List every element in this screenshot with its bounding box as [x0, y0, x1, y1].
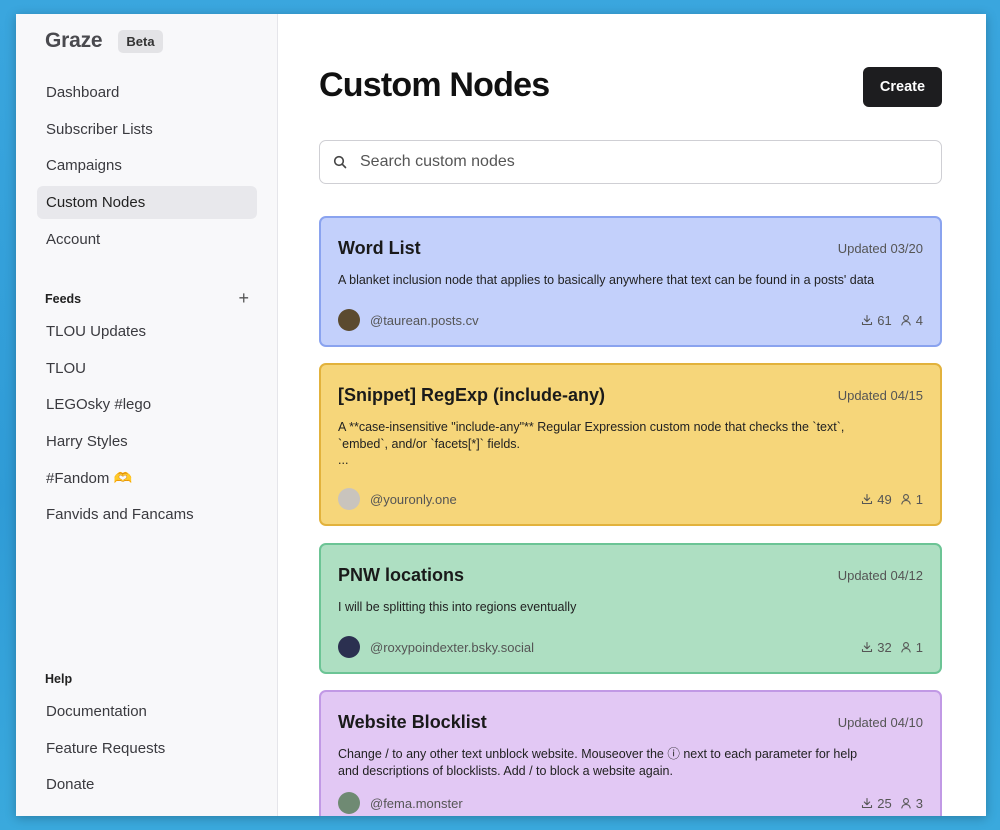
download-count-value: 25	[877, 795, 892, 811]
card-footer: @taurean.posts.cv 61 4	[338, 309, 923, 331]
sidebar-item-feature-requests[interactable]: Feature Requests	[37, 732, 257, 765]
user-icon	[901, 642, 911, 653]
help-list: Documentation Feature Requests Donate	[37, 695, 257, 805]
custom-node-card[interactable]: Website Blocklist Updated 04/10 Change /…	[319, 690, 942, 816]
sidebar-feed-item[interactable]: TLOU	[37, 352, 257, 385]
card-footer: @youronly.one 49 1	[338, 488, 923, 510]
beta-badge: Beta	[118, 29, 163, 53]
sidebar-item-campaigns[interactable]: Campaigns	[37, 149, 257, 182]
card-footer: @fema.monster 25 3	[338, 792, 923, 814]
sidebar-item-account[interactable]: Account	[37, 223, 257, 256]
page-title: Custom Nodes	[319, 66, 550, 104]
main-content: Custom Nodes Create Word List Updated 03…	[278, 14, 986, 816]
user-count-value: 3	[915, 795, 923, 811]
sidebar-item-subscriber-lists[interactable]: Subscriber Lists	[37, 113, 257, 146]
app-window: Graze Beta Dashboard Subscriber Lists Ca…	[16, 14, 986, 816]
download-count: 25	[861, 795, 892, 811]
card-updated-date: Updated 03/20	[837, 241, 923, 256]
custom-node-card[interactable]: [Snippet] RegExp (include-any) Updated 0…	[319, 363, 942, 526]
card-title[interactable]: [Snippet] RegExp (include-any)	[338, 385, 605, 406]
user-count-value: 1	[915, 639, 923, 655]
download-count: 61	[861, 312, 892, 328]
card-updated-date: Updated 04/12	[837, 568, 923, 583]
user-count: 1	[900, 492, 923, 507]
download-icon	[862, 797, 873, 809]
custom-node-card[interactable]: Word List Updated 03/20 A blanket inclus…	[319, 216, 942, 347]
add-feed-plus-icon[interactable]: +	[238, 288, 249, 309]
card-title[interactable]: Website Blocklist	[338, 712, 487, 733]
card-description: A **case-insensitive "include-any"** Reg…	[338, 420, 845, 467]
download-count-value: 32	[877, 639, 892, 655]
download-count: 32	[861, 639, 892, 655]
sidebar-item-donate[interactable]: Donate	[37, 768, 257, 801]
help-heading: Help	[45, 672, 73, 686]
card-author[interactable]: @roxypoindexter.bsky.social	[370, 640, 853, 655]
help-heading-row: Help	[45, 672, 249, 686]
user-icon	[901, 494, 911, 505]
card-footer: @roxypoindexter.bsky.social 32 1	[338, 636, 923, 658]
custom-node-card[interactable]: PNW locations Updated 04/12 I will be sp…	[319, 543, 942, 674]
card-author[interactable]: @taurean.posts.cv	[370, 313, 853, 328]
sidebar-feed-item[interactable]: LEGOsky #lego	[37, 388, 257, 421]
sidebar-feed-item[interactable]: Fanvids and Fancams	[37, 498, 257, 531]
user-count: 3	[900, 796, 923, 811]
card-updated-date: Updated 04/10	[837, 715, 923, 730]
download-count: 49	[861, 491, 892, 507]
sidebar-feed-item[interactable]: TLOU Updates	[37, 315, 257, 348]
user-count-value: 4	[915, 312, 923, 328]
user-count: 4	[900, 313, 923, 328]
sidebar-item-dashboard[interactable]: Dashboard	[37, 76, 257, 109]
brand-name[interactable]: Graze	[45, 29, 103, 53]
avatar[interactable]	[338, 488, 360, 510]
download-icon	[862, 314, 873, 326]
brand: Graze Beta	[45, 29, 163, 53]
sidebar-feed-item[interactable]: #Fandom 🫶	[37, 462, 257, 495]
search-icon	[320, 155, 360, 169]
avatar[interactable]	[338, 636, 360, 658]
card-author[interactable]: @youronly.one	[370, 492, 853, 507]
card-description: Change / to any other text unblock websi…	[338, 747, 858, 778]
sidebar-item-documentation[interactable]: Documentation	[37, 695, 257, 728]
card-description: I will be splitting this into regions ev…	[338, 600, 577, 614]
download-count-value: 61	[877, 312, 892, 328]
user-icon	[901, 798, 911, 809]
avatar[interactable]	[338, 792, 360, 814]
sidebar-item-custom-nodes[interactable]: Custom Nodes	[37, 186, 257, 220]
card-title[interactable]: PNW locations	[338, 565, 464, 586]
download-count-value: 49	[877, 491, 892, 507]
sidebar-feed-item[interactable]: Harry Styles	[37, 425, 257, 458]
create-button[interactable]: Create	[863, 67, 942, 107]
avatar[interactable]	[338, 309, 360, 331]
card-updated-date: Updated 04/15	[837, 388, 923, 403]
user-count: 1	[900, 640, 923, 655]
download-icon	[862, 493, 873, 505]
card-author[interactable]: @fema.monster	[370, 796, 853, 811]
search-box	[319, 140, 942, 184]
card-title[interactable]: Word List	[338, 238, 421, 259]
sidebar: Graze Beta Dashboard Subscriber Lists Ca…	[16, 14, 278, 816]
user-count-value: 1	[915, 491, 923, 507]
download-icon	[862, 641, 873, 653]
main-nav: Dashboard Subscriber Lists Campaigns Cus…	[37, 76, 257, 259]
feeds-heading-row: Feeds +	[45, 288, 249, 309]
user-icon	[901, 315, 911, 326]
feeds-list: TLOU Updates TLOU LEGOsky #lego Harry St…	[37, 315, 257, 535]
feeds-heading: Feeds	[45, 292, 82, 306]
card-description: A blanket inclusion node that applies to…	[338, 273, 875, 287]
search-input[interactable]	[360, 153, 920, 171]
